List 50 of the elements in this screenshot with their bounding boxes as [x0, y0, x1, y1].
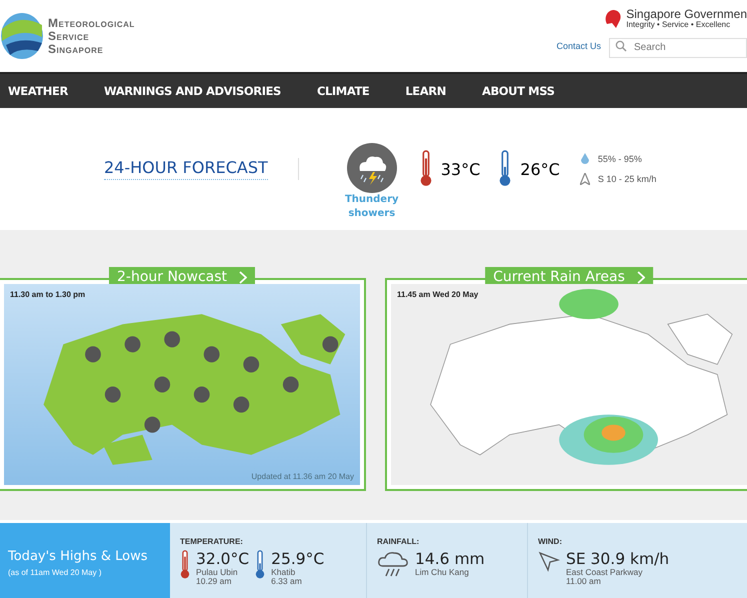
logo-text[interactable]: Service	[48, 30, 135, 42]
droplet-icon	[580, 153, 590, 165]
wind-direction-icon	[580, 173, 590, 185]
government-name: Singapore Governmen	[626, 8, 747, 20]
nav-item[interactable]: CLIMATE	[308, 84, 384, 98]
record-time: 10.29 am	[196, 577, 232, 586]
thermometer-icon	[418, 150, 433, 188]
station-name: Pulau Ubin	[196, 568, 239, 577]
highs-lows-subtitle: (as of 11am Wed 20 May )	[8, 568, 103, 577]
thermometer-icon	[255, 550, 266, 580]
condition-label: Thundery showers	[344, 193, 400, 221]
record-time: 11.00 am	[566, 577, 602, 586]
update-time: Updated at 11.36 am 20 May	[251, 472, 354, 481]
station-name: Lim Chu Kang	[415, 568, 470, 577]
wind-value: S 10 - 25 km/h	[598, 174, 656, 184]
station-name: Khatib	[271, 568, 296, 577]
map-timestamp: 11.45 am Wed 20 May	[397, 290, 478, 299]
chevron-right-icon	[636, 270, 645, 284]
logo-icon[interactable]	[0, 11, 44, 61]
logo-text[interactable]: Meteorological	[48, 16, 135, 30]
high-temperature: 33°C	[440, 160, 480, 178]
temperature-value: 25.9°C	[271, 550, 324, 568]
logo-text[interactable]: Singapore	[48, 42, 135, 56]
thunderstorm-icon	[346, 143, 397, 193]
nav-item[interactable]: WARNINGS AND ADVISORIES	[96, 84, 295, 98]
highs-lows-title: Today's Highs & Lows	[8, 549, 149, 564]
wind-arrow-icon	[538, 550, 560, 572]
wind-label: WIND:	[538, 537, 563, 546]
search-field[interactable]: Search	[609, 38, 747, 58]
nav-item[interactable]: ABOUT MSS	[474, 84, 568, 98]
government-motto: Integrity • Service • Excellenc	[626, 20, 732, 29]
wind-speed-value: SE 30.9 km/h	[566, 550, 670, 568]
rainfall-label: RAINFALL:	[377, 537, 420, 546]
thermometer-icon	[498, 150, 512, 188]
station-name: East Coast Parkway	[566, 568, 644, 577]
chevron-right-icon	[239, 270, 248, 284]
nav-item[interactable]: LEARN	[397, 84, 460, 98]
contact-link[interactable]: Contact Us	[556, 41, 601, 52]
record-time: 6.33 am	[271, 577, 303, 586]
nav-item[interactable]: WEATHER	[0, 84, 82, 98]
forecast-title[interactable]: 24-HOUR FORECAST	[104, 158, 268, 180]
map-timestamp: 11.30 am to 1.30 pm	[10, 290, 86, 299]
temperature-value: 32.0°C	[196, 550, 250, 568]
rainfall-value: 14.6 mm	[415, 550, 485, 568]
humidity-value: 55% - 95%	[598, 154, 642, 164]
temperature-label: TEMPERATURE:	[180, 537, 244, 546]
rain-cloud-icon	[377, 550, 409, 578]
search-icon	[615, 40, 627, 52]
thermometer-icon	[180, 550, 190, 580]
low-temperature: 26°C	[520, 160, 560, 178]
